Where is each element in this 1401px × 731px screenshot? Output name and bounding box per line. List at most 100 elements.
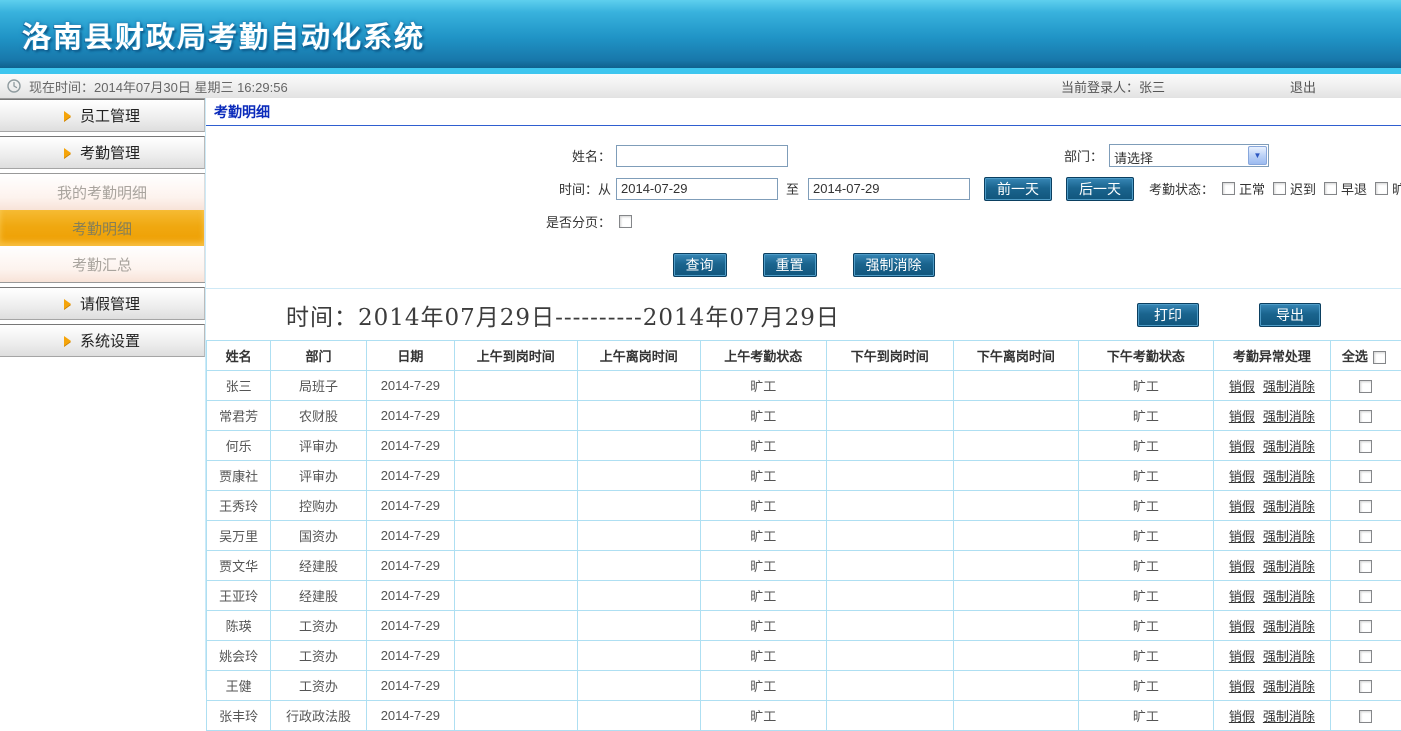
reset-button[interactable]: 重置 — [763, 253, 817, 277]
department-label: 部门： — [1023, 146, 1103, 165]
cancel-leave-link[interactable]: 销假 — [1229, 469, 1255, 484]
next-day-button[interactable]: 后一天 — [1066, 177, 1134, 201]
name-input[interactable] — [616, 145, 788, 167]
cell-pm-status: 旷工 — [1078, 521, 1214, 551]
cancel-leave-link[interactable]: 销假 — [1229, 709, 1255, 724]
row-select-checkbox[interactable] — [1359, 530, 1372, 543]
cell-select — [1330, 521, 1401, 551]
cell-date: 2014-7-29 — [366, 371, 454, 401]
paginate-checkbox[interactable] — [619, 215, 632, 228]
force-clear-link[interactable]: 强制消除 — [1263, 649, 1315, 664]
row-select-checkbox[interactable] — [1359, 680, 1372, 693]
row-select-checkbox[interactable] — [1359, 650, 1372, 663]
cancel-leave-link[interactable]: 销假 — [1229, 619, 1255, 634]
status-early-leave-checkbox[interactable] — [1324, 182, 1337, 195]
cell-date: 2014-7-29 — [366, 461, 454, 491]
prev-day-button[interactable]: 前一天 — [984, 177, 1052, 201]
cell-am-arrive — [455, 611, 578, 641]
query-button[interactable]: 查询 — [673, 253, 727, 277]
row-select-checkbox[interactable] — [1359, 710, 1372, 723]
force-clear-link[interactable]: 强制消除 — [1263, 679, 1315, 694]
cell-am-status: 旷工 — [701, 521, 827, 551]
status-late-checkbox[interactable] — [1273, 182, 1286, 195]
sidebar-item-employee-mgmt[interactable]: 员工管理 — [0, 99, 205, 132]
force-clear-link[interactable]: 强制消除 — [1263, 709, 1315, 724]
attendance-table-body: 张三 局班子 2014-7-29 旷工 旷工 销假强制消除 常君芳 农财股 20… — [207, 371, 1401, 731]
force-clear-link[interactable]: 强制消除 — [1263, 409, 1315, 424]
sidebar-item-system-settings[interactable]: 系统设置 — [0, 324, 205, 357]
sidebar-item-leave-mgmt[interactable]: 请假管理 — [0, 287, 205, 320]
date-to-input[interactable] — [808, 178, 970, 200]
force-clear-link[interactable]: 强制消除 — [1263, 469, 1315, 484]
select-all-checkbox[interactable] — [1373, 351, 1386, 364]
table-row: 王健 工资办 2014-7-29 旷工 旷工 销假强制消除 — [207, 671, 1401, 701]
sidebar-item-label: 考勤管理 — [80, 142, 140, 163]
force-clear-button[interactable]: 强制消除 — [853, 253, 935, 277]
row-select-checkbox[interactable] — [1359, 410, 1372, 423]
sidebar-item-label: 考勤明细 — [72, 218, 132, 239]
result-time-range: 时间：2014年07月29日----------2014年07月29日 — [286, 298, 840, 332]
row-select-checkbox[interactable] — [1359, 380, 1372, 393]
cell-actions: 销假强制消除 — [1214, 401, 1330, 431]
cancel-leave-link[interactable]: 销假 — [1229, 589, 1255, 604]
cell-name: 贾康社 — [207, 461, 271, 491]
force-clear-link[interactable]: 强制消除 — [1263, 499, 1315, 514]
force-clear-link[interactable]: 强制消除 — [1263, 439, 1315, 454]
cell-pm-arrive — [826, 551, 954, 581]
cell-pm-status: 旷工 — [1078, 701, 1214, 731]
cell-pm-leave — [954, 521, 1079, 551]
export-button[interactable]: 导出 — [1259, 303, 1321, 327]
cell-name: 常君芳 — [207, 401, 271, 431]
row-select-checkbox[interactable] — [1359, 440, 1372, 453]
cancel-leave-link[interactable]: 销假 — [1229, 649, 1255, 664]
row-select-checkbox[interactable] — [1359, 560, 1372, 573]
cancel-leave-link[interactable]: 销假 — [1229, 379, 1255, 394]
row-select-checkbox[interactable] — [1359, 500, 1372, 513]
cell-pm-leave — [954, 611, 1079, 641]
force-clear-link[interactable]: 强制消除 — [1263, 379, 1315, 394]
cell-actions: 销假强制消除 — [1214, 521, 1330, 551]
force-clear-link[interactable]: 强制消除 — [1263, 529, 1315, 544]
table-row: 吴万里 国资办 2014-7-29 旷工 旷工 销假强制消除 — [207, 521, 1401, 551]
app-header: 洛南县财政局考勤自动化系统 — [0, 0, 1401, 68]
table-row: 常君芳 农财股 2014-7-29 旷工 旷工 销假强制消除 — [207, 401, 1401, 431]
cancel-leave-link[interactable]: 销假 — [1229, 439, 1255, 454]
cell-am-status: 旷工 — [701, 431, 827, 461]
status-early-leave-label: 早退 — [1341, 179, 1367, 198]
logout-link[interactable]: 退出 — [1290, 77, 1316, 96]
row-select-checkbox[interactable] — [1359, 590, 1372, 603]
result-bar: 时间：2014年07月29日----------2014年07月29日 打印 导… — [206, 292, 1401, 338]
sidebar-item-attendance-detail[interactable]: 考勤明细 — [0, 210, 205, 246]
cell-date: 2014-7-29 — [366, 641, 454, 671]
cell-actions: 销假强制消除 — [1214, 671, 1330, 701]
cell-actions: 销假强制消除 — [1214, 491, 1330, 521]
sidebar-item-attendance-mgmt[interactable]: 考勤管理 — [0, 136, 205, 169]
cancel-leave-link[interactable]: 销假 — [1229, 559, 1255, 574]
force-clear-link[interactable]: 强制消除 — [1263, 589, 1315, 604]
row-select-checkbox[interactable] — [1359, 620, 1372, 633]
force-clear-link[interactable]: 强制消除 — [1263, 619, 1315, 634]
status-normal-checkbox[interactable] — [1222, 182, 1235, 195]
row-select-checkbox[interactable] — [1359, 470, 1372, 483]
sidebar-item-my-attendance-detail[interactable]: 我的考勤明细 — [0, 174, 205, 210]
print-button[interactable]: 打印 — [1137, 303, 1199, 327]
cell-select — [1330, 701, 1401, 731]
status-absent-checkbox[interactable] — [1375, 182, 1388, 195]
sidebar-item-label: 我的考勤明细 — [57, 182, 147, 203]
arrow-right-icon — [64, 299, 71, 309]
cancel-leave-link[interactable]: 销假 — [1229, 499, 1255, 514]
cancel-leave-link[interactable]: 销假 — [1229, 409, 1255, 424]
table-row: 王秀玲 控购办 2014-7-29 旷工 旷工 销假强制消除 — [207, 491, 1401, 521]
cancel-leave-link[interactable]: 销假 — [1229, 679, 1255, 694]
date-from-input[interactable] — [616, 178, 778, 200]
select-all-label: 全选 — [1342, 349, 1368, 364]
cell-pm-status: 旷工 — [1078, 641, 1214, 671]
cancel-leave-link[interactable]: 销假 — [1229, 529, 1255, 544]
current-time-label: 现在时间： — [29, 77, 94, 96]
force-clear-link[interactable]: 强制消除 — [1263, 559, 1315, 574]
sidebar-item-label: 员工管理 — [80, 105, 140, 126]
sidebar-item-attendance-summary[interactable]: 考勤汇总 — [0, 246, 205, 282]
current-time-value: 2014年07月30日 星期三 16:29:56 — [94, 77, 288, 96]
department-select[interactable]: 请选择 ▼ — [1109, 144, 1269, 167]
cell-actions: 销假强制消除 — [1214, 701, 1330, 731]
